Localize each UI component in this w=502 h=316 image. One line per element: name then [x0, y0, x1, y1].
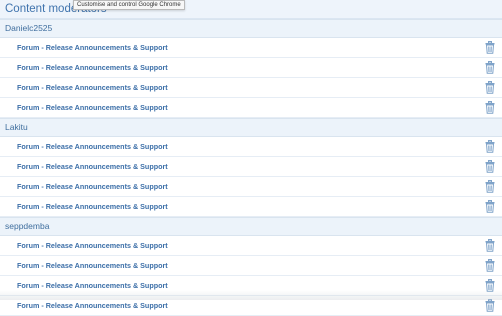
- trash-icon[interactable]: [485, 279, 495, 292]
- moderated-content-row: Forum - Release Announcements & Support: [0, 256, 502, 276]
- trash-icon[interactable]: [485, 239, 495, 252]
- moderated-forum-link[interactable]: Forum - Release Announcements & Support: [17, 63, 168, 72]
- moderated-forum-link[interactable]: Forum - Release Announcements & Support: [17, 83, 168, 92]
- moderator-username[interactable]: seppdemba: [0, 217, 502, 236]
- moderated-forum-link[interactable]: Forum - Release Announcements & Support: [17, 162, 168, 171]
- trash-icon[interactable]: [485, 160, 495, 173]
- moderated-content-row: Forum - Release Announcements & Support: [0, 197, 502, 217]
- trash-icon[interactable]: [485, 299, 495, 312]
- moderated-content-row: Forum - Release Announcements & Support: [0, 98, 502, 118]
- moderator-group: seppdemba Forum - Release Announcements &…: [0, 217, 502, 316]
- moderator-group: Lakitu Forum - Release Announcements & Su…: [0, 118, 502, 217]
- trash-icon[interactable]: [485, 101, 495, 114]
- trash-icon[interactable]: [485, 41, 495, 54]
- moderator-list: Danielc2525 Forum - Release Announcements…: [0, 19, 502, 316]
- trash-icon[interactable]: [485, 61, 495, 74]
- moderated-content-row: Forum - Release Announcements & Support: [0, 276, 502, 296]
- moderated-forum-link[interactable]: Forum - Release Announcements & Support: [17, 301, 168, 310]
- trash-icon[interactable]: [485, 81, 495, 94]
- moderator-username[interactable]: Lakitu: [0, 118, 502, 137]
- moderated-forum-link[interactable]: Forum - Release Announcements & Support: [17, 182, 168, 191]
- moderated-content-row: Forum - Release Announcements & Support: [0, 38, 502, 58]
- moderator-username[interactable]: Danielc2525: [0, 19, 502, 38]
- moderated-forum-link[interactable]: Forum - Release Announcements & Support: [17, 281, 168, 290]
- moderator-group: Danielc2525 Forum - Release Announcements…: [0, 19, 502, 118]
- trash-icon[interactable]: [485, 180, 495, 193]
- moderated-content-row: Forum - Release Announcements & Support: [0, 177, 502, 197]
- trash-icon[interactable]: [485, 259, 495, 272]
- moderated-content-row: Forum - Release Announcements & Support: [0, 137, 502, 157]
- trash-icon[interactable]: [485, 200, 495, 213]
- moderated-forum-link[interactable]: Forum - Release Announcements & Support: [17, 261, 168, 270]
- moderated-content-row: Forum - Release Announcements & Support: [0, 157, 502, 177]
- moderated-content-row: Forum - Release Announcements & Support: [0, 58, 502, 78]
- trash-icon[interactable]: [485, 140, 495, 153]
- chrome-tooltip: Customise and control Google Chrome: [73, 0, 185, 10]
- moderated-forum-link[interactable]: Forum - Release Announcements & Support: [17, 142, 168, 151]
- moderated-content-row: Forum - Release Announcements & Support: [0, 78, 502, 98]
- moderated-forum-link[interactable]: Forum - Release Announcements & Support: [17, 202, 168, 211]
- page-header: Content moderators Customise and control…: [0, 0, 502, 19]
- moderated-content-row: Forum - Release Announcements & Support: [0, 236, 502, 256]
- moderated-forum-link[interactable]: Forum - Release Announcements & Support: [17, 103, 168, 112]
- moderated-content-row: Forum - Release Announcements & Support: [0, 296, 502, 316]
- moderated-forum-link[interactable]: Forum - Release Announcements & Support: [17, 43, 168, 52]
- moderated-forum-link[interactable]: Forum - Release Announcements & Support: [17, 241, 168, 250]
